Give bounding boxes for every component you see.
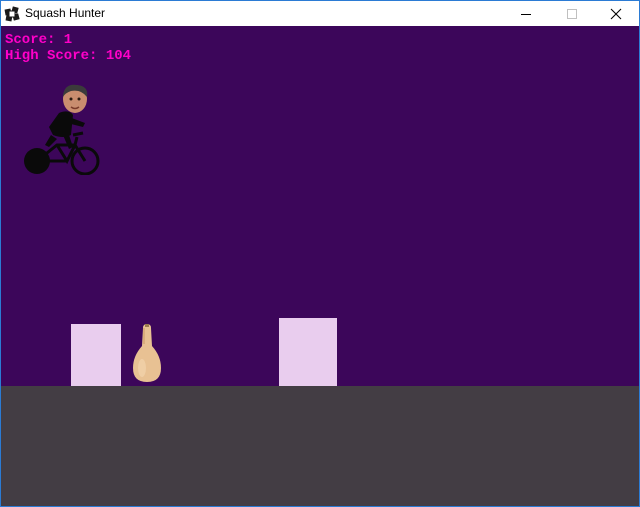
cyclist-character [24, 84, 100, 175]
maximize-button[interactable] [549, 1, 595, 26]
game-canvas[interactable]: Score: 1 High Score: 104 [1, 26, 639, 506]
close-icon [610, 8, 622, 19]
high-score-label: High Score: 104 [5, 48, 132, 64]
minimize-button[interactable] [503, 1, 549, 26]
title-bar[interactable]: Squash Hunter [1, 1, 639, 26]
app-logo-icon [4, 6, 20, 22]
obstacle-block [279, 318, 337, 386]
obstacle-block [71, 324, 121, 386]
window-title: Squash Hunter [25, 6, 106, 20]
maximize-icon [567, 8, 577, 19]
game-window: Squash Hunter Score: 1 High Score: 104 [0, 0, 640, 507]
score-label: Score: 1 [5, 32, 73, 48]
ground [1, 386, 639, 506]
minimize-icon [521, 13, 531, 15]
butternut-squash [133, 324, 161, 382]
close-button[interactable] [593, 1, 639, 26]
